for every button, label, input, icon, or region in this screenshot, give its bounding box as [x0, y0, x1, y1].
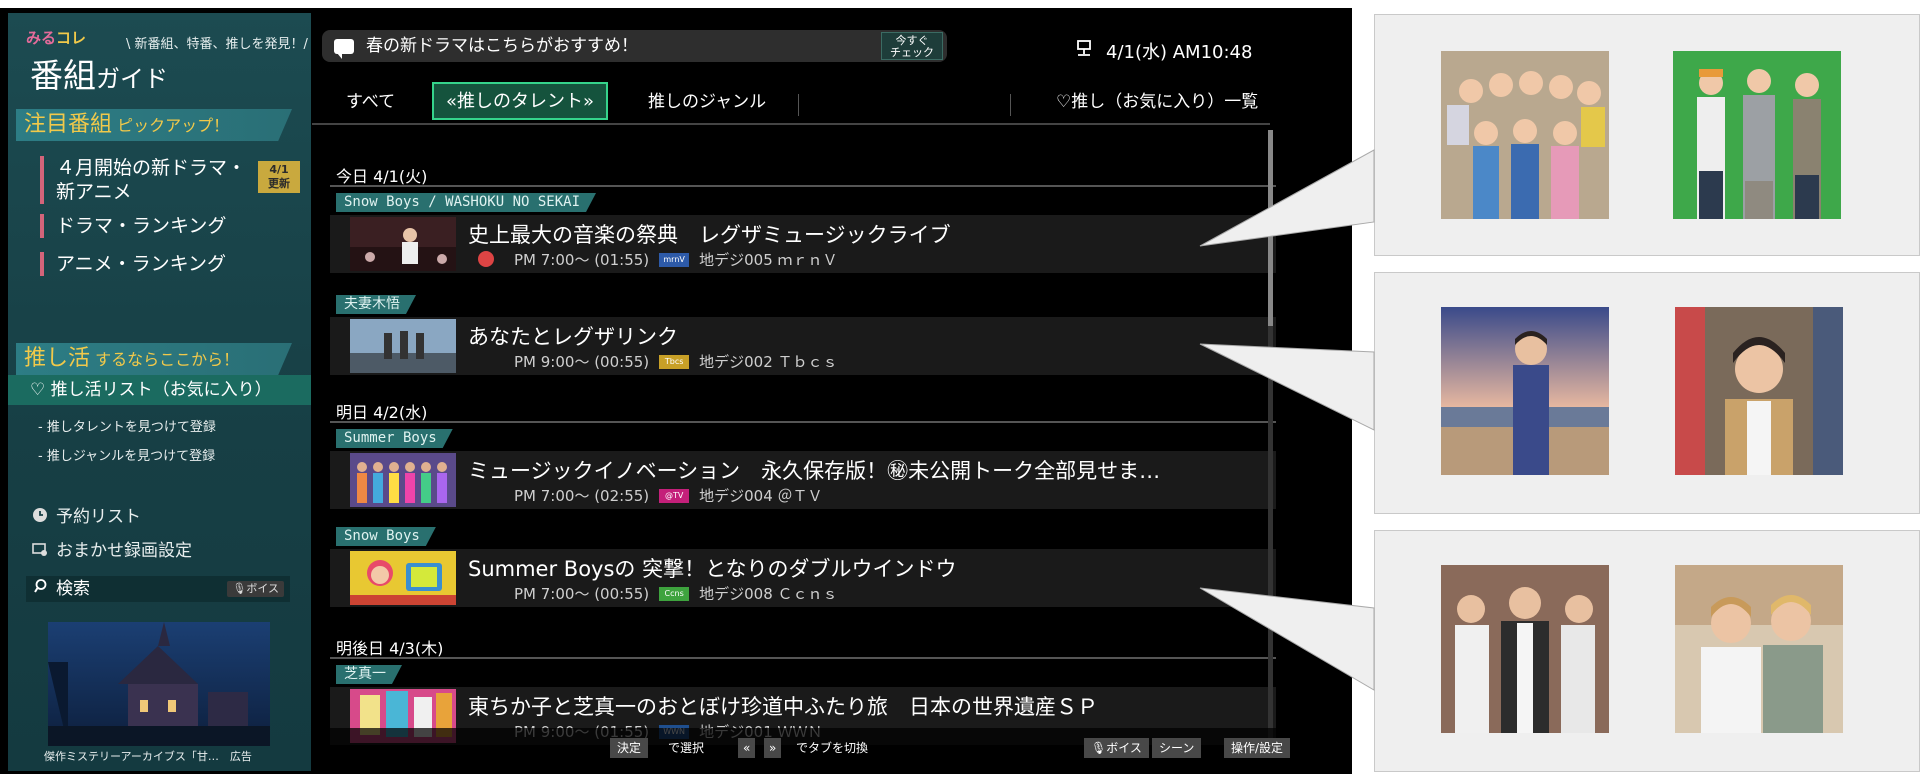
program-row[interactable]: Summer Boysの 突撃！となりのダブルウインドウ PM 7:00～ (0…: [330, 549, 1276, 607]
tab-talent[interactable]: «推しのタレント»: [432, 82, 609, 120]
sidebar-item-new-drama[interactable]: ４月開始の新ドラマ・ 新アニメ: [40, 156, 246, 204]
double-chevron-left-icon: «: [743, 741, 751, 755]
app-logo: 番組ガイド: [30, 56, 168, 95]
notice-banner[interactable]: 春の新ドラマはこちらがおすすめ！ 今すぐ チェック: [322, 30, 947, 62]
reserved-clock-icon: [478, 251, 494, 267]
sidebar-item-anime-ranking[interactable]: アニメ・ランキング: [40, 252, 226, 276]
voice-key[interactable]: 🎙ボイス: [1084, 738, 1149, 758]
clock: 4/1(水) AM10:48: [1076, 38, 1252, 64]
settings-key[interactable]: 操作/設定: [1224, 738, 1291, 758]
scene-key[interactable]: シーン: [1152, 738, 1202, 758]
program-thumbnail: [350, 319, 456, 373]
microphone-icon: 🎙: [1091, 741, 1107, 755]
program-thumbnail: [350, 217, 456, 271]
sidebar-item-auto-record[interactable]: おまかせ録画設定: [32, 536, 192, 561]
ad-thumbnail[interactable]: [48, 622, 270, 746]
sidebar-item-drama-ranking[interactable]: ドラマ・ランキング: [40, 214, 226, 238]
tab-divider: [798, 94, 799, 116]
talent-photo-panel: [1374, 272, 1920, 514]
tab-favorites[interactable]: ♡推し（お気に入り）一覧: [1056, 84, 1258, 120]
clock-icon: [32, 507, 48, 523]
date-divider: [330, 185, 1276, 187]
program-row[interactable]: ミュージックイノベーション 永久保存版！㊙未公開トーク全部見せま… PM 7:0…: [330, 451, 1276, 509]
program-meta: PM 7:00～ (01:55) mrnV 地デジ005 ｍｒｎＶ: [514, 251, 838, 269]
record-settings-icon: [32, 541, 48, 557]
chevron-left-key[interactable]: «: [738, 738, 756, 758]
program-title: ミュージックイノベーション 永久保存版！㊙未公開トーク全部見せま…: [468, 459, 1161, 483]
voice-button[interactable]: 🎙ボイス: [227, 581, 284, 597]
talent-tag: Snow Boys: [336, 527, 436, 546]
check-now-button[interactable]: 今すぐ チェック: [881, 32, 943, 60]
date-header: 明日 4/2(水): [336, 403, 428, 422]
program-title: 史上最大の音楽の祭典 レグザミュージックライブ: [468, 223, 951, 247]
talent-photo[interactable]: [1675, 307, 1843, 475]
program-title: あなたとレグザリンク: [468, 325, 678, 349]
talent-group-photo[interactable]: [1441, 565, 1609, 733]
talent-group-photo[interactable]: [1673, 51, 1841, 219]
update-badge: 4/1 更新: [258, 161, 300, 193]
scrollbar[interactable]: [1268, 130, 1273, 746]
talent-tag: Snow Boys / WASHOKU NO SEKAI: [336, 193, 596, 212]
message-icon: [334, 39, 354, 59]
double-chevron-right-icon: »: [769, 741, 777, 755]
program-thumbnail: [350, 453, 456, 507]
program-title: Summer Boysの 突撃！となりのダブルウインドウ: [468, 557, 957, 581]
network-icon: [1076, 39, 1092, 63]
tab-genre[interactable]: 推しのジャンル: [648, 84, 766, 120]
program-meta: PM 9:00～ (00:55) Tbcs 地デジ002 Ｔｂｃｓ: [514, 353, 838, 371]
tab-switch-hint: でタブを切換: [796, 741, 869, 755]
app-logo-small: みるコレ: [26, 29, 87, 47]
channel-logo: Ccns: [659, 586, 690, 601]
find-genre-link[interactable]: ‐ 推しジャンルを見つけて登録: [38, 445, 215, 464]
talent-photo-panel: [1374, 14, 1920, 256]
chevron-right-key[interactable]: »: [764, 738, 782, 758]
program-title: 東ちか子と芝真一のおとぼけ珍道中ふたり旅 日本の世界遺産ＳＰ: [468, 695, 1098, 719]
featured-header: 注目番組 ピックアップ！: [16, 109, 292, 141]
tab-divider: [1010, 94, 1011, 116]
search-input[interactable]: 検索 🎙ボイス: [26, 576, 290, 602]
program-list: 今日 4/1(火) Snow Boys / WASHOKU NO SEKAI 史…: [330, 133, 1276, 745]
talent-tag: 夫妻木悟: [336, 295, 416, 314]
oshi-header: 推し活 するならここから！: [16, 343, 292, 375]
date-header: 今日 4/1(火): [336, 167, 428, 186]
datetime: 4/1(水) AM10:48: [1106, 42, 1253, 63]
program-row[interactable]: あなたとレグザリンク PM 9:00～ (00:55) Tbcs 地デジ002 …: [330, 317, 1276, 375]
sidebar-item-reservation[interactable]: 予約リスト: [32, 502, 141, 527]
tab-bar: すべて «推しのタレント» 推しのジャンル ♡推し（お気に入り）一覧: [322, 82, 1272, 120]
ad-caption: 傑作ミステリーアーカイブス「甘… 広告: [44, 750, 252, 763]
talent-tag: Summer Boys: [336, 429, 453, 448]
program-meta: PM 7:00～ (02:55) @TV 地デジ004 ＠ＴＶ: [514, 487, 823, 505]
talent-photo-panel: [1374, 530, 1920, 772]
tab-all[interactable]: すべて: [346, 84, 395, 120]
program-row[interactable]: 史上最大の音楽の祭典 レグザミュージックライブ PM 7:00～ (01:55)…: [330, 215, 1276, 273]
talent-group-photo[interactable]: [1441, 51, 1609, 219]
talent-tag: 芝真一: [336, 665, 402, 684]
channel-logo: Tbcs: [659, 354, 690, 369]
talent-photo[interactable]: [1441, 307, 1609, 475]
tab-underline: [312, 123, 1270, 125]
date-divider: [330, 657, 1276, 659]
heart-icon: ♡: [30, 380, 46, 400]
find-talent-link[interactable]: ‐ 推しタレントを見つけて登録: [38, 416, 216, 435]
decide-hint: で選択: [668, 741, 705, 755]
microphone-icon: 🎙: [232, 582, 247, 595]
scrollbar-thumb[interactable]: [1268, 130, 1273, 326]
channel-logo: @TV: [659, 488, 690, 503]
date-header: 明後日 4/3(木): [336, 639, 444, 658]
search-icon: [34, 576, 50, 602]
program-meta: PM 7:00～ (00:55) Ccns 地デジ008 Ｃｃｎｓ: [514, 585, 838, 603]
decide-key[interactable]: 決定: [610, 738, 649, 758]
channel-logo: mrnV: [659, 252, 690, 267]
tv-screen: みるコレ \ 新番組、特番、推しを発見！/ 番組ガイド 注目番組 ピックアップ！…: [0, 8, 1352, 774]
bottom-guide-bar: 決定 で選択 « » でタブを切換 🎙ボイス シーン 操作/設定: [312, 728, 1352, 768]
program-thumbnail: [350, 551, 456, 605]
sidebar-item-oshi-list[interactable]: ♡ 推し活リスト（お気に入り）: [8, 375, 311, 405]
talent-group-photo[interactable]: [1675, 565, 1843, 733]
date-divider: [330, 421, 1276, 423]
